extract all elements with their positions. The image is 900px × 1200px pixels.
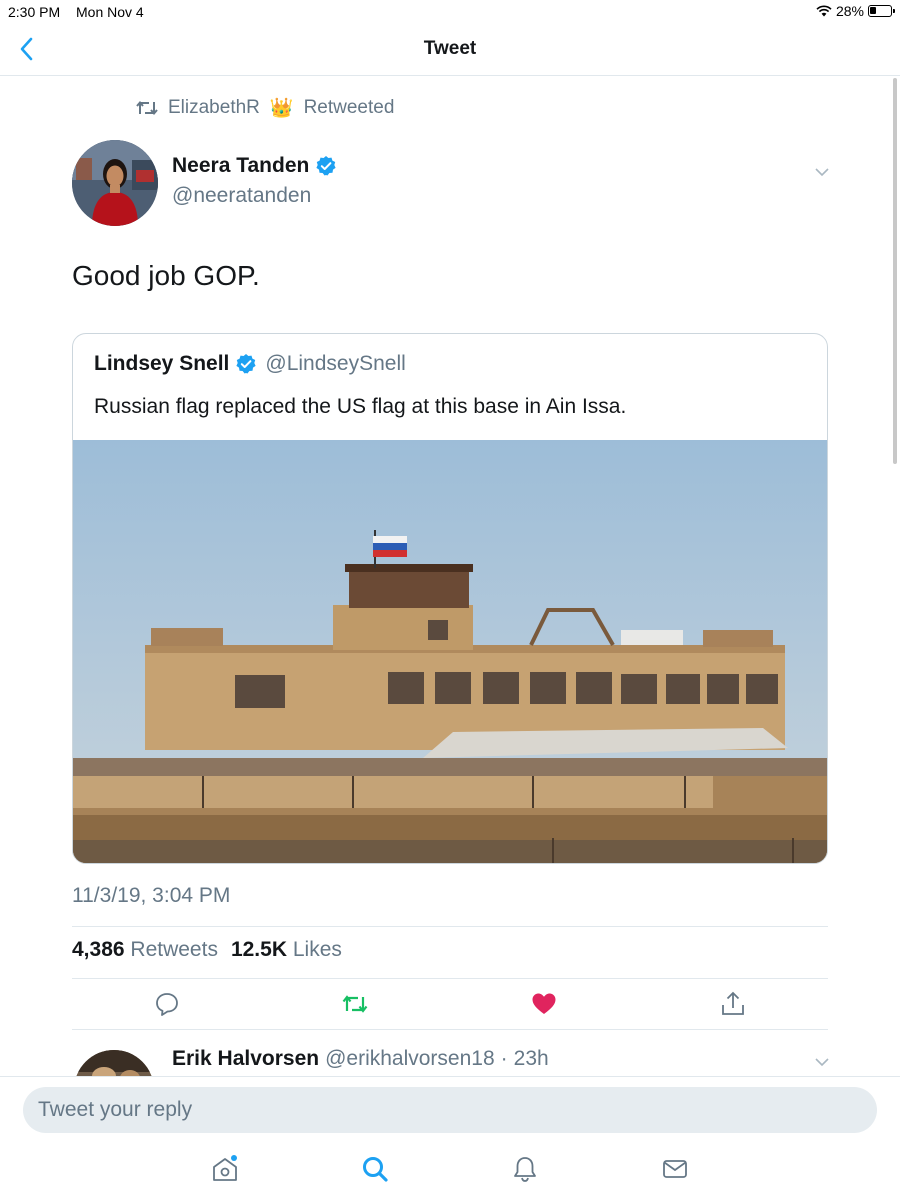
engagement-counts: 4,386 Retweets 12.5K Likes [72, 938, 346, 962]
quote-author-handle: @LindseySnell [265, 352, 406, 375]
scrollbar[interactable] [893, 78, 897, 464]
tweet-author[interactable]: Neera Tanden @neeratanden [172, 154, 337, 208]
retweeter-name: ElizabethR [168, 97, 260, 118]
messages-icon[interactable] [660, 1154, 690, 1184]
avatar-photo [72, 140, 158, 226]
reply-separator: · [500, 1047, 508, 1070]
reply-tweet[interactable]: Erik Halvorsen @erikhalvorsen18 · 23h [0, 1030, 900, 1076]
divider [72, 926, 828, 927]
chevron-down-icon[interactable] [812, 162, 832, 182]
verified-badge-icon [236, 354, 256, 374]
status-right: 28% [816, 3, 895, 19]
quote-author-name: Lindsey Snell [94, 352, 230, 375]
battery-percent: 28% [835, 3, 864, 19]
wifi-icon [816, 5, 832, 17]
likes-label: Likes [292, 938, 342, 961]
page-title: Tweet [423, 38, 477, 59]
tweet-timestamp: 11/3/19, 3:04 PM [72, 884, 231, 907]
divider [72, 978, 828, 979]
battery-icon [868, 5, 895, 17]
like-icon[interactable] [530, 990, 558, 1018]
reply-avatar-photo [74, 1050, 154, 1076]
tab-bar [0, 1142, 900, 1200]
likes-stat[interactable]: 12.5K Likes [231, 938, 346, 962]
nav-bar: Tweet [0, 24, 900, 76]
quote-text: Russian flag replaced the US flag at thi… [94, 395, 627, 418]
reply-input[interactable] [23, 1087, 877, 1133]
author-handle: @neeratanden [172, 184, 312, 207]
reply-bar [0, 1076, 900, 1142]
status-time: 2:30 PM [8, 4, 61, 20]
crown-emoji: 👑 [269, 98, 294, 119]
reply-author-name: Erik Halvorsen [172, 1047, 320, 1070]
share-icon[interactable] [719, 990, 747, 1018]
status-date: Mon Nov 4 [76, 4, 144, 20]
author-name: Neera Tanden [172, 154, 310, 177]
retweeted-label: Retweeted [303, 97, 395, 118]
reply-icon[interactable] [153, 990, 181, 1018]
tweet-text: Good job GOP. [72, 260, 260, 291]
quote-header: Lindsey Snell @LindseySnell [94, 352, 406, 376]
chevron-down-icon[interactable] [812, 1052, 832, 1072]
retweet-icon [136, 100, 158, 116]
verified-badge-icon [316, 156, 336, 176]
quote-photo[interactable] [73, 440, 828, 864]
reply-avatar[interactable] [74, 1050, 154, 1076]
reply-time: 23h [513, 1047, 549, 1070]
reply-author-handle: @erikhalvorsen18 [325, 1047, 495, 1070]
quote-tweet-card[interactable]: Lindsey Snell @LindseySnell Russian flag… [72, 333, 828, 864]
retweet-icon[interactable] [341, 990, 369, 1018]
avatar[interactable] [72, 140, 158, 226]
notifications-icon[interactable] [510, 1154, 540, 1184]
likes-count: 12.5K [230, 938, 287, 961]
home-icon[interactable] [210, 1154, 240, 1184]
search-icon[interactable] [360, 1154, 390, 1184]
reply-header: Erik Halvorsen @erikhalvorsen18 · 23h [172, 1047, 549, 1071]
status-bar: 2:30 PM Mon Nov 4 28% [0, 0, 900, 24]
retweet-context[interactable]: ElizabethR 👑 Retweeted [136, 96, 394, 120]
retweets-count: 4,386 [72, 938, 125, 961]
retweets-label: Retweets [130, 938, 218, 961]
retweets-stat[interactable]: 4,386 Retweets [72, 938, 222, 962]
